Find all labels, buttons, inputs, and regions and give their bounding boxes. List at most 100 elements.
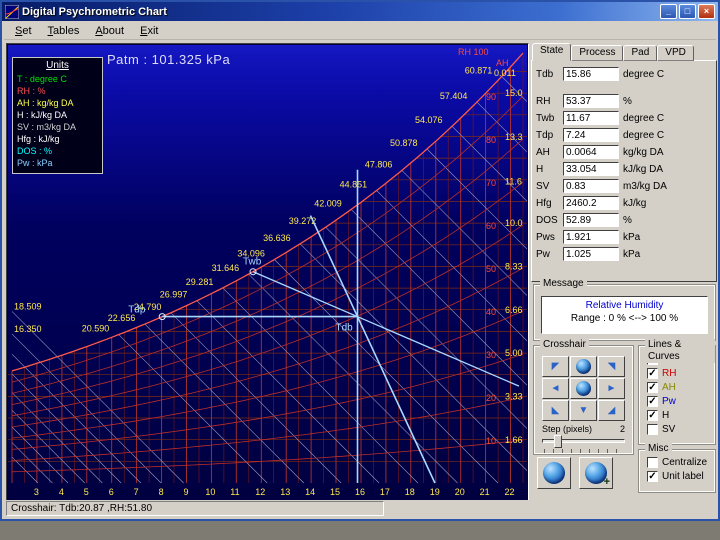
svg-text:26.997: 26.997 — [160, 290, 188, 300]
arrow-up-left-button[interactable]: ◤ — [542, 356, 569, 377]
svg-text:8: 8 — [159, 487, 164, 497]
field-label: Twb — [536, 113, 563, 124]
field-unit: kJ/kg — [623, 198, 646, 209]
field-unit: kJ/kg DA — [623, 164, 663, 175]
globe-button-2[interactable]: + — [579, 457, 613, 489]
arrow-up-right-button[interactable]: ◥ — [598, 356, 625, 377]
tab-state[interactable]: State — [532, 43, 571, 61]
checkbox-centralize[interactable] — [647, 457, 658, 468]
field-label: Tdb — [536, 69, 563, 80]
check-row-sv[interactable]: SV — [647, 424, 715, 435]
state-field-row: DOS% — [536, 213, 716, 227]
field-label: RH — [536, 96, 563, 107]
globe-button-1[interactable] — [537, 457, 571, 489]
units-legend: Units T : degree CRH : %AH : kg/kg DAH :… — [12, 57, 103, 174]
check-row-centralize[interactable]: Centralize — [647, 457, 715, 468]
check-row-rh[interactable]: ✓RH — [647, 368, 715, 379]
globe-icon — [576, 381, 591, 396]
globe-button[interactable] — [570, 356, 597, 377]
app-icon — [5, 5, 19, 19]
checkbox-sv[interactable] — [647, 424, 658, 435]
tab-strip: StateProcessPadVPD — [532, 43, 694, 61]
check-row-unit-label[interactable]: ✓Unit label — [647, 471, 715, 482]
checkbox-unit-label[interactable]: ✓ — [647, 471, 658, 482]
slider-thumb[interactable] — [554, 435, 562, 448]
svg-text:54.076: 54.076 — [415, 115, 443, 125]
legend-row: H : kJ/kg DA — [17, 109, 98, 121]
field-input-h[interactable] — [563, 162, 619, 176]
misc-group: Misc Centralize✓Unit label — [638, 449, 716, 493]
svg-text:AH: AH — [496, 58, 509, 68]
check-row-pw[interactable]: ✓ Pw — [647, 396, 715, 407]
arrow-left-button[interactable]: ◄ — [542, 378, 569, 399]
svg-text:14: 14 — [305, 487, 315, 497]
svg-text:5.00: 5.00 — [505, 348, 523, 358]
state-field-row: Tdpdegree C — [536, 128, 716, 142]
field-label: SV — [536, 181, 563, 192]
field-input-dos[interactable] — [563, 213, 619, 227]
arrow-down-button[interactable]: ▼ — [570, 400, 597, 421]
title-bar[interactable]: Digital Psychrometric Chart _ □ × — [2, 2, 718, 21]
legend-row: AH : kg/kg DA — [17, 97, 98, 109]
legend-row: SV : m3/kg DA — [17, 121, 98, 133]
field-input-pw[interactable] — [563, 247, 619, 261]
svg-text:3.33: 3.33 — [505, 391, 523, 401]
patm-label: Patm : 101.325 kPa — [107, 52, 230, 67]
arrow-right-button[interactable]: ► — [598, 378, 625, 399]
svg-text:13: 13 — [280, 487, 290, 497]
checkbox-h[interactable]: ✓ — [647, 410, 658, 421]
check-row-h[interactable]: ✓H — [647, 410, 715, 421]
svg-text:Twb: Twb — [243, 257, 262, 268]
svg-text:16.350: 16.350 — [14, 324, 42, 334]
check-row-ah[interactable]: ✓ AH — [647, 382, 715, 393]
check-label: AH — [662, 382, 676, 393]
checkbox-ah[interactable]: ✓ — [647, 382, 658, 393]
field-label: AH — [536, 147, 563, 158]
menu-item-about[interactable]: About — [88, 24, 131, 38]
check-label: Pw — [662, 396, 676, 407]
field-unit: kg/kg DA — [623, 147, 664, 158]
field-input-tdb[interactable] — [563, 67, 619, 81]
field-input-ah[interactable] — [563, 145, 619, 159]
checkbox-pw[interactable]: ✓ — [647, 396, 658, 407]
arrow-down-right-button[interactable]: ◢ — [598, 400, 625, 421]
legend-row: DOS : % — [17, 145, 98, 157]
field-input-rh[interactable] — [563, 94, 619, 108]
field-input-pws[interactable] — [563, 230, 619, 244]
svg-text:5: 5 — [84, 487, 89, 497]
field-unit: kPa — [623, 249, 640, 260]
svg-text:16: 16 — [355, 487, 365, 497]
tab-process[interactable]: Process — [571, 45, 623, 61]
svg-text:10: 10 — [205, 487, 215, 497]
menu-item-tables[interactable]: Tables — [41, 24, 87, 38]
field-input-tdp[interactable] — [563, 128, 619, 142]
checkbox-rh[interactable]: ✓ — [647, 368, 658, 379]
window-title: Digital Psychrometric Chart — [22, 6, 167, 18]
menu-item-set[interactable]: Set — [8, 24, 39, 38]
maximize-button[interactable]: □ — [679, 4, 696, 19]
check-label: Centralize — [662, 457, 707, 468]
step-slider[interactable] — [542, 435, 625, 453]
globe-button[interactable] — [570, 378, 597, 399]
minimize-button[interactable]: _ — [660, 4, 677, 19]
close-button[interactable]: × — [698, 4, 715, 19]
legend-title: Units — [17, 60, 98, 72]
tab-pad[interactable]: Pad — [623, 45, 657, 61]
svg-text:9: 9 — [184, 487, 189, 497]
step-label: Step (pixels) — [542, 424, 592, 434]
field-unit: % — [623, 96, 632, 107]
field-input-sv[interactable] — [563, 179, 619, 193]
menu-item-exit[interactable]: Exit — [133, 24, 165, 38]
svg-text:10: 10 — [486, 436, 496, 446]
state-field-row: SVm3/kg DA — [536, 179, 716, 193]
arrow-down-left-button[interactable]: ◣ — [542, 400, 569, 421]
field-input-hfg[interactable] — [563, 196, 619, 210]
crosshair-group-label: Crosshair — [540, 339, 589, 351]
field-input-twb[interactable] — [563, 111, 619, 125]
field-unit: degree C — [623, 130, 664, 141]
window-controls: _ □ × — [660, 4, 715, 19]
globe-icon — [543, 462, 565, 484]
svg-text:RH 100: RH 100 — [458, 47, 489, 57]
svg-text:3: 3 — [34, 487, 39, 497]
tab-vpd[interactable]: VPD — [657, 45, 694, 61]
